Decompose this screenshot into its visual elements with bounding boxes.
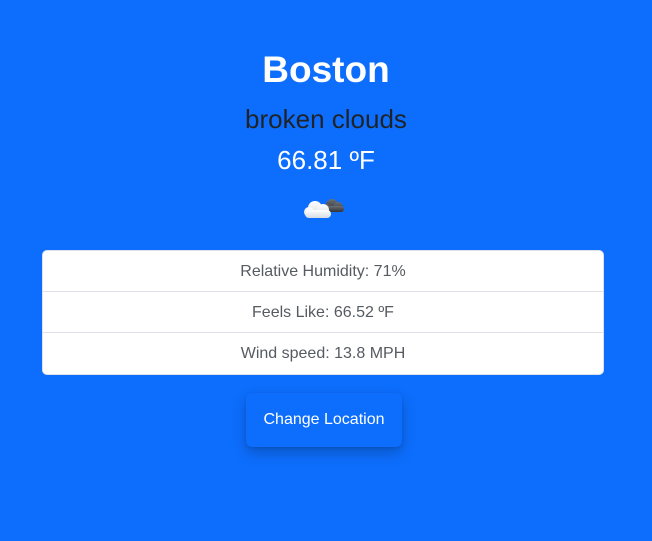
change-location-button[interactable]: Change Location	[246, 393, 402, 447]
temperature: 66.81 ºF	[277, 145, 375, 175]
humidity-item: Relative Humidity: 71%	[43, 251, 603, 292]
weather-app: Boston broken clouds 66.81 ºF Relative H…	[0, 0, 652, 541]
weather-description: broken clouds	[245, 104, 407, 134]
wind-speed-item: Wind speed: 13.8 MPH	[240, 345, 406, 362]
city-name: Boston	[262, 49, 390, 90]
broken-clouds-icon	[302, 191, 348, 223]
feels-like-item: Feels Like: 66.52 ºF	[43, 292, 603, 333]
weather-details-list: Relative Humidity: 71% Feels Like: 66.52…	[42, 250, 604, 375]
